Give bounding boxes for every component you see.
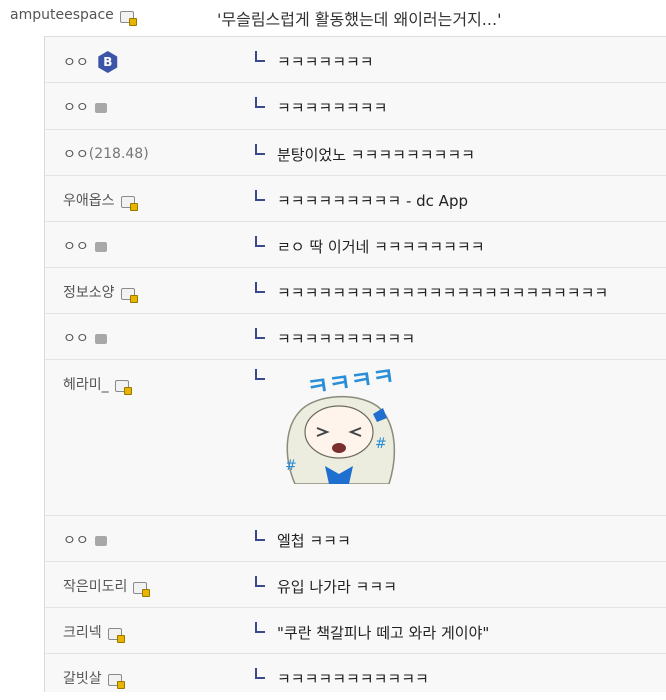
parent-author-name[interactable]: amputeespace: [10, 7, 114, 23]
reply-row: 우애옵스 ㅋㅋㅋㅋㅋㅋㅋㅋㅋ - dc App: [45, 176, 666, 222]
reply-content: ㄹㅇ 딱 이거네 ㅋㅋㅋㅋㅋㅋㅋㅋ: [255, 236, 485, 257]
reply-text: 분탕이었노 ㅋㅋㅋㅋㅋㅋㅋㅋㅋ: [277, 146, 475, 164]
author-name[interactable]: ㅇㅇ: [63, 52, 89, 72]
reply-author[interactable]: ㅇㅇ: [63, 97, 107, 117]
reply-text: ㅋㅋㅋㅋㅋㅋㅋㅋㅋ - dc App: [277, 192, 468, 210]
reply-content: ㅋㅋㅋㅋㅋㅋㅋㅋㅋㅋ: [255, 328, 415, 349]
reply-arrow-icon: [255, 328, 265, 339]
reply-author[interactable]: 작은미도리: [63, 576, 151, 597]
reply-author[interactable]: ㅇㅇ (218.48): [63, 144, 149, 164]
svg-text:#: #: [285, 458, 297, 474]
author-name[interactable]: 우애옵스: [63, 190, 115, 210]
fixed-nick-icon: [114, 380, 132, 395]
reply-content: [255, 369, 277, 385]
reply-arrow-icon: [255, 668, 265, 679]
parent-comment: amputeespace '무슬림스럽게 활동했는데 왜이러는거지...': [0, 0, 666, 34]
fixed-nick-icon: [133, 582, 151, 597]
reply-row: ㅇㅇ (218.48) 분탕이었노 ㅋㅋㅋㅋㅋㅋㅋㅋㅋ: [45, 130, 666, 176]
reply-row: 크리넥 "쿠란 책갈피나 떼고 와라 게이야": [45, 608, 666, 654]
reply-author[interactable]: ㅇㅇ: [63, 328, 107, 348]
reply-text: ㄹㅇ 딱 이거네 ㅋㅋㅋㅋㅋㅋㅋㅋ: [277, 238, 485, 256]
reply-arrow-icon: [255, 369, 265, 380]
reply-author[interactable]: ㅇㅇ B: [63, 51, 119, 73]
reply-text: 유입 나가라 ㅋㅋㅋ: [277, 578, 397, 596]
reply-author[interactable]: 갈빗살: [63, 668, 125, 689]
reply-text: ㅋㅋㅋㅋㅋㅋㅋㅋ: [277, 99, 388, 117]
reply-content: ㅋㅋㅋㅋㅋㅋㅋㅋㅋㅋㅋ: [255, 668, 429, 689]
reply-arrow-icon: [255, 622, 265, 633]
reply-arrow-icon: [255, 282, 265, 293]
author-name[interactable]: 헤라미_: [63, 374, 109, 394]
author-name[interactable]: 크리넥: [63, 622, 102, 642]
reply-content: 유입 나가라 ㅋㅋㅋ: [255, 576, 397, 597]
reply-row: ㅇㅇ ㅋㅋㅋㅋㅋㅋㅋㅋ: [45, 83, 666, 130]
reply-arrow-icon: [255, 530, 265, 541]
reply-text: ㅋㅋㅋㅋㅋㅋㅋ: [277, 53, 374, 71]
fixed-nick-icon: [107, 674, 125, 689]
reply-arrow-icon: [255, 576, 265, 587]
reply-content: ㅋㅋㅋㅋㅋㅋㅋㅋ: [255, 97, 387, 118]
reply-text: ㅋㅋㅋㅋㅋㅋㅋㅋㅋㅋ: [277, 330, 416, 348]
fixed-nick-icon: [107, 628, 125, 643]
parent-comment-text: '무슬림스럽게 활동했는데 왜이러는거지...': [217, 10, 502, 29]
reply-author[interactable]: ㅇㅇ: [63, 236, 107, 256]
reply-text: ㅋㅋㅋㅋㅋㅋㅋㅋㅋㅋㅋ: [277, 670, 429, 688]
reply-author[interactable]: 헤라미_: [63, 374, 132, 395]
guest-nick-icon: [94, 334, 107, 344]
reply-author[interactable]: 우애옵스: [63, 190, 138, 211]
reply-row-sticker: 헤라미_ ㅋㅋㅋㅋ # #: [45, 360, 666, 516]
reply-list: ㅇㅇ B ㅋㅋㅋㅋㅋㅋㅋ ㅇㅇ ㅋㅋㅋㅋㅋㅋㅋㅋ ㅇㅇ (218.48) 분탕이…: [44, 36, 666, 692]
reply-text: 엘첩 ㅋㅋㅋ: [277, 532, 351, 550]
reply-content: ㅋㅋㅋㅋㅋㅋㅋ: [255, 51, 374, 72]
author-name[interactable]: ㅇㅇ: [63, 328, 89, 348]
reply-row: ㅇㅇ ㅋㅋㅋㅋㅋㅋㅋㅋㅋㅋ: [45, 314, 666, 360]
guest-nick-icon: [94, 536, 107, 546]
author-name[interactable]: ㅇㅇ: [63, 236, 89, 256]
reply-arrow-icon: [255, 144, 265, 155]
reply-arrow-icon: [255, 236, 265, 247]
author-ip: (218.48): [88, 146, 149, 162]
author-name[interactable]: ㅇㅇ: [63, 144, 89, 164]
author-name[interactable]: 정보소양: [63, 282, 115, 302]
reply-content: ㅋㅋㅋㅋㅋㅋㅋㅋㅋㅋㅋㅋㅋㅋㅋㅋㅋㅋㅋㅋㅋㅋㅋㅋ: [255, 282, 608, 303]
author-name[interactable]: 갈빗살: [63, 668, 102, 688]
fixed-nick-icon: [119, 11, 137, 26]
fixed-nick-icon: [120, 196, 138, 211]
reply-text: ㅋㅋㅋㅋㅋㅋㅋㅋㅋㅋㅋㅋㅋㅋㅋㅋㅋㅋㅋㅋㅋㅋㅋㅋ: [277, 284, 609, 302]
reply-arrow-icon: [255, 190, 265, 201]
reply-row: 정보소양 ㅋㅋㅋㅋㅋㅋㅋㅋㅋㅋㅋㅋㅋㅋㅋㅋㅋㅋㅋㅋㅋㅋㅋㅋ: [45, 268, 666, 314]
dccon-sticker-image[interactable]: ㅋㅋㅋㅋ # #: [277, 366, 401, 484]
reply-text: "쿠란 책갈피나 떼고 와라 게이야": [277, 624, 490, 642]
reply-author[interactable]: ㅇㅇ: [63, 530, 107, 550]
reply-row: 갈빗살 ㅋㅋㅋㅋㅋㅋㅋㅋㅋㅋㅋ: [45, 654, 666, 700]
reply-row: ㅇㅇ 엘첩 ㅋㅋㅋ: [45, 516, 666, 562]
reply-content: "쿠란 책갈피나 떼고 와라 게이야": [255, 622, 489, 643]
reply-content: 엘첩 ㅋㅋㅋ: [255, 530, 351, 551]
reply-row: ㅇㅇ B ㅋㅋㅋㅋㅋㅋㅋ: [45, 37, 666, 83]
reply-row: ㅇㅇ ㄹㅇ 딱 이거네 ㅋㅋㅋㅋㅋㅋㅋㅋ: [45, 222, 666, 268]
reply-author[interactable]: 정보소양: [63, 282, 138, 303]
reply-arrow-icon: [255, 51, 265, 62]
guest-nick-icon: [94, 103, 107, 113]
guest-nick-icon: [94, 242, 107, 252]
b-badge-icon: B: [98, 51, 118, 73]
reply-row: 작은미도리 유입 나가라 ㅋㅋㅋ: [45, 562, 666, 608]
author-name[interactable]: 작은미도리: [63, 576, 127, 596]
author-name[interactable]: ㅇㅇ: [63, 97, 89, 117]
svg-text:#: #: [375, 436, 387, 452]
reply-author[interactable]: 크리넥: [63, 622, 125, 643]
reply-content: ㅋㅋㅋㅋㅋㅋㅋㅋㅋ - dc App: [255, 190, 468, 211]
parent-author[interactable]: amputeespace: [10, 7, 137, 26]
author-name[interactable]: ㅇㅇ: [63, 530, 89, 550]
fixed-nick-icon: [120, 288, 138, 303]
reply-arrow-icon: [255, 97, 265, 108]
reply-content: 분탕이었노 ㅋㅋㅋㅋㅋㅋㅋㅋㅋ: [255, 144, 475, 165]
